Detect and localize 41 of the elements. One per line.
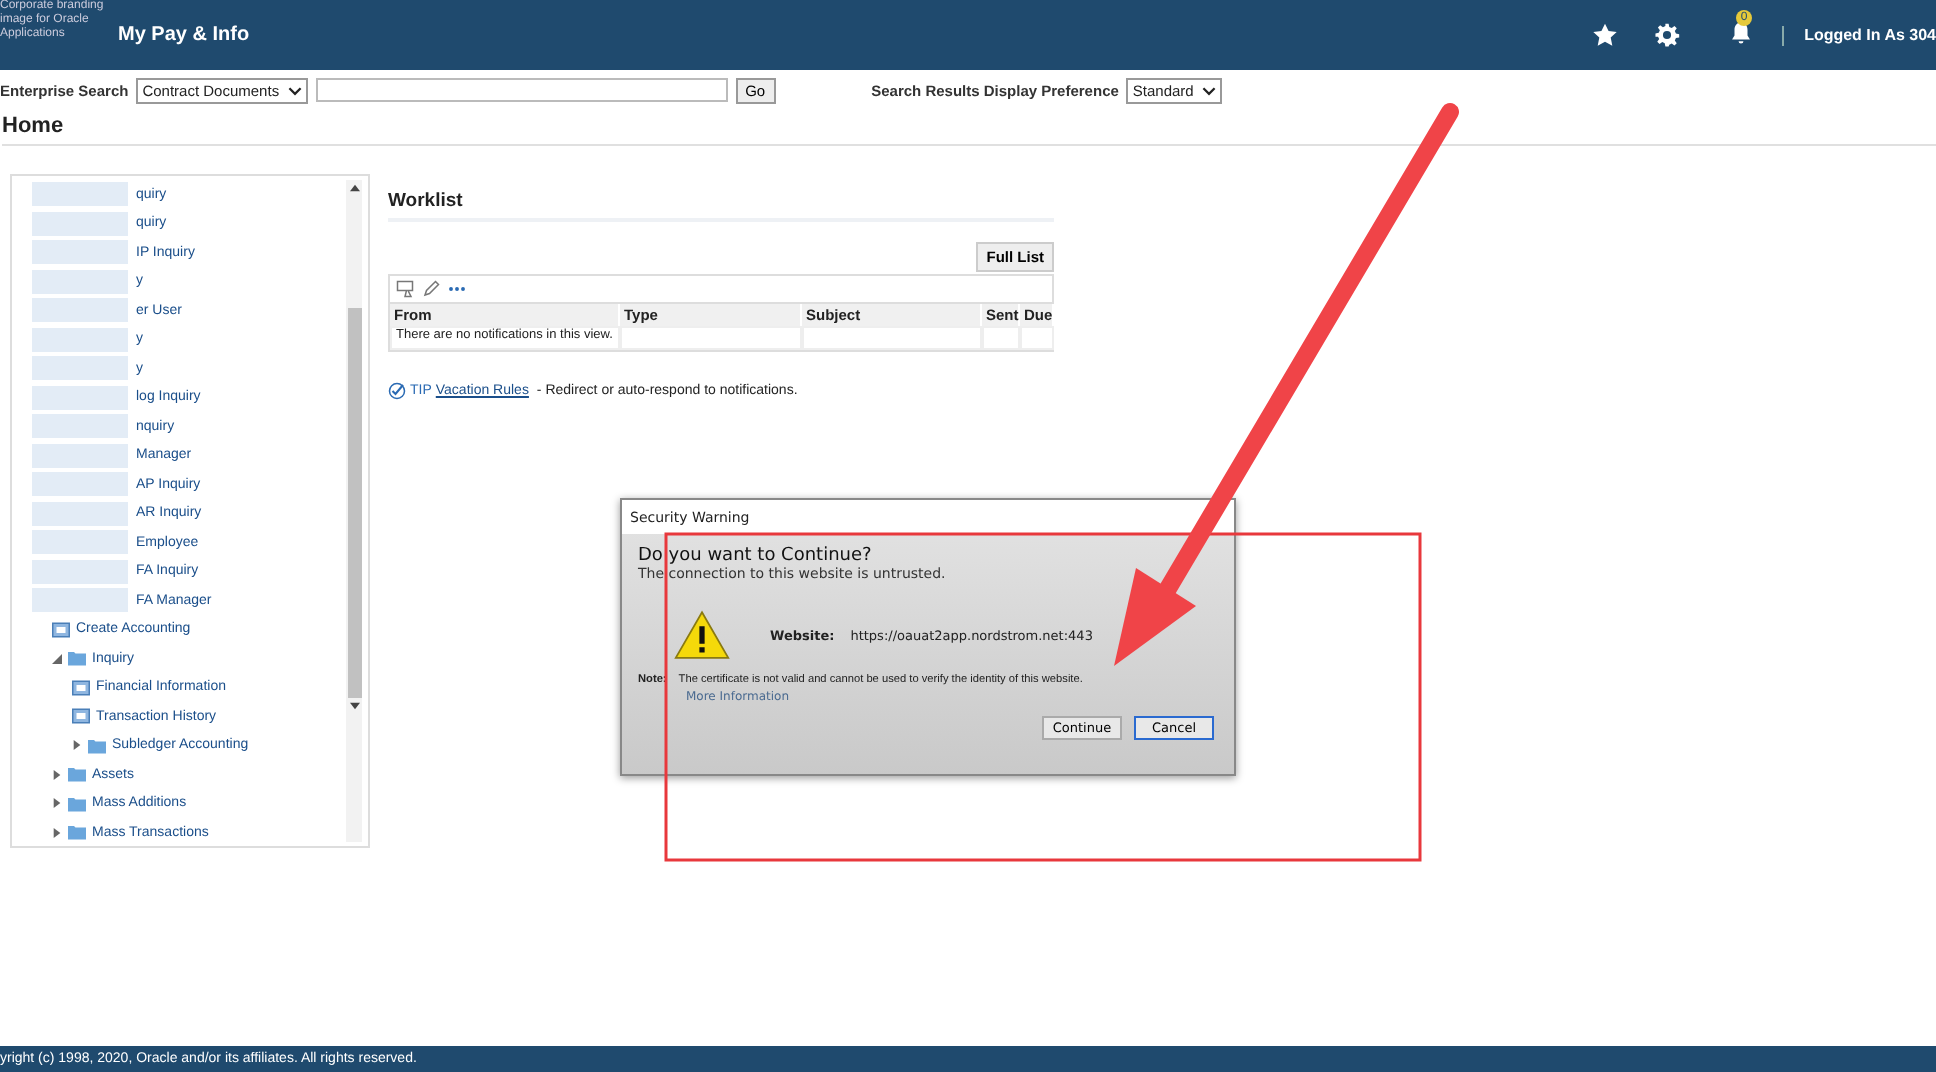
folder-icon: [68, 650, 86, 667]
check-icon: [388, 382, 406, 400]
blurred-text: [32, 530, 128, 555]
user-label: Logged In As 304: [1804, 26, 1936, 44]
scrollbar[interactable]: [346, 180, 362, 842]
dialog-heading: Do you want to Continue?: [638, 546, 874, 566]
expand-triangle-icon[interactable]: [52, 827, 62, 838]
page-title: Home: [2, 114, 1936, 146]
blurred-text: [32, 588, 128, 613]
form-icon: [52, 621, 70, 638]
bell-icon[interactable]: [1728, 20, 1755, 46]
settings-icon[interactable]: [1654, 22, 1681, 48]
expand-triangle-icon[interactable]: [52, 769, 62, 780]
collapse-triangle-icon[interactable]: [52, 653, 62, 664]
scroll-up-icon[interactable]: [349, 184, 359, 192]
blurred-text: [32, 269, 128, 294]
table-cell: [1020, 326, 1054, 350]
blurred-text: [32, 472, 128, 497]
blurred-text: [32, 182, 128, 207]
scroll-down-icon[interactable]: [349, 702, 359, 710]
star-icon[interactable]: [1592, 22, 1619, 48]
pencil-icon[interactable]: [422, 280, 440, 298]
blurred-text: [32, 356, 128, 381]
search-field[interactable]: [315, 78, 728, 102]
warning-icon: [674, 610, 730, 660]
blurred-text: [32, 298, 128, 323]
blurred-text: [32, 240, 128, 265]
caret-icon: [287, 85, 302, 95]
blurred-text: [32, 414, 128, 439]
blurred-text: [32, 385, 128, 410]
blurred-text: [32, 443, 128, 468]
expand-triangle-icon[interactable]: [72, 740, 82, 751]
app-title: My Pay & Info: [118, 24, 250, 46]
worklist-title: Worklist: [388, 190, 1054, 222]
blurred-text: [32, 501, 128, 526]
blurred-text: [32, 327, 128, 352]
blurred-text: [32, 559, 128, 584]
caret-icon: [1201, 85, 1216, 95]
blurred-text: [32, 211, 128, 236]
table-cell: [982, 326, 1020, 350]
expand-triangle-icon[interactable]: [52, 798, 62, 809]
